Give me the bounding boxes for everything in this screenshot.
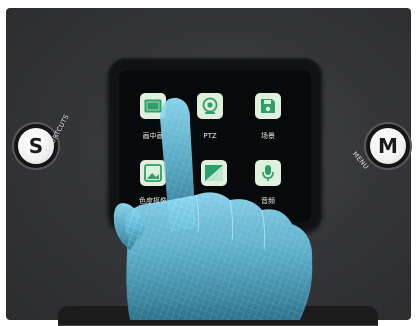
menu-button-letter: M [378, 134, 398, 158]
app-label-ptz: PTZ [203, 132, 217, 140]
app-label-audio: 音频 [261, 197, 275, 205]
app-tile-audio[interactable] [255, 160, 281, 186]
app-label-scene: 场景 [261, 132, 275, 140]
app-label-picture-in-picture: 画中画 [142, 132, 164, 140]
panel-bottom-strip [58, 306, 378, 326]
app-tile-ptz[interactable] [197, 93, 223, 119]
image-edit-icon [144, 164, 162, 182]
webcam-icon [202, 97, 218, 114]
menu-button[interactable]: M [366, 124, 410, 168]
device-scene: S SHORTCUTS M MENU 画中画 PTZ 场景 色度抠像 音频 [0, 0, 417, 326]
gradient-icon [205, 165, 223, 181]
app-tile-scene[interactable] [255, 93, 281, 119]
picture-in-picture-icon [144, 99, 162, 113]
app-tile-chroma-key[interactable] [140, 160, 166, 186]
microphone-icon [262, 165, 274, 181]
app-tile-picture-in-picture[interactable] [140, 93, 166, 119]
shortcuts-button-letter: S [28, 134, 44, 158]
save-icon [261, 99, 275, 113]
app-label-chroma-key: 色度抠像 [139, 197, 167, 205]
app-tile-gradient[interactable] [201, 160, 227, 186]
